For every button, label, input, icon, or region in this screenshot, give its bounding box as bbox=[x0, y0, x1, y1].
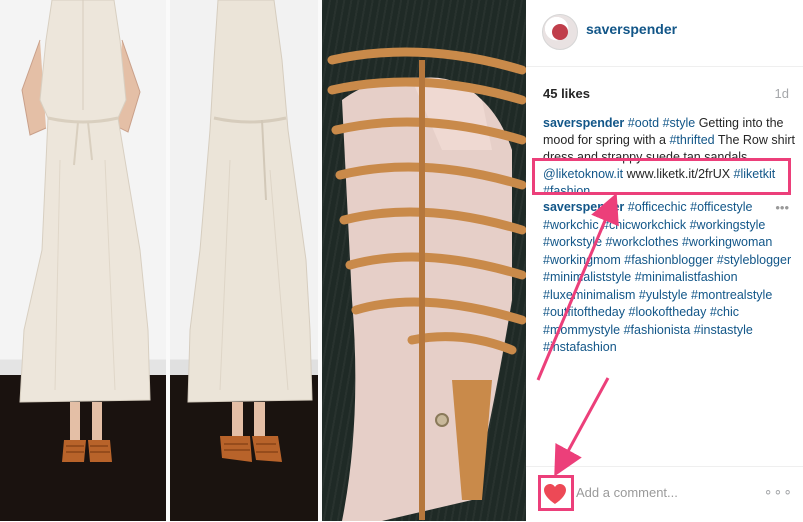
hashtag-link[interactable]: #chicworkchick bbox=[602, 218, 686, 232]
hashtag-link[interactable]: #chic bbox=[710, 305, 739, 319]
post-photo-collage[interactable] bbox=[0, 0, 526, 521]
hashtag-link[interactable]: #officestyle bbox=[690, 200, 752, 214]
username-link[interactable]: saverspender bbox=[543, 116, 624, 130]
more-icon[interactable]: ••• bbox=[775, 200, 789, 215]
hashtag-link[interactable]: #workclothes bbox=[606, 235, 679, 249]
hashtag-link[interactable]: #workingstyle bbox=[690, 218, 766, 232]
hashtag-link[interactable]: #officechic bbox=[628, 200, 687, 214]
hashtag-link[interactable]: #instastyle bbox=[694, 323, 753, 337]
photo-dress-front bbox=[0, 0, 166, 521]
username-link[interactable]: saverspender bbox=[543, 200, 624, 214]
hashtag-link[interactable]: #lookoftheday bbox=[629, 305, 707, 319]
avatar[interactable] bbox=[542, 14, 578, 50]
photo-sandals-closeup bbox=[322, 0, 526, 521]
hashtag-link[interactable]: #workingmom bbox=[543, 253, 621, 267]
hashtag-link[interactable]: #outfitoftheday bbox=[543, 305, 625, 319]
hashtag-link[interactable]: #montrealstyle bbox=[691, 288, 772, 302]
photo-dress-side bbox=[170, 0, 318, 521]
hashtag-link[interactable]: #minimalistfashion bbox=[635, 270, 738, 284]
hashtag-link[interactable]: #mommystyle bbox=[543, 323, 620, 337]
options-icon[interactable]: ∘∘∘ bbox=[764, 483, 793, 500]
hashtag-comment: saverspender #officechic #officestyle #w… bbox=[543, 199, 795, 357]
hashtag-link[interactable]: #instafashion bbox=[543, 340, 617, 354]
likes-count[interactable]: 45 likes bbox=[543, 86, 590, 101]
hashtag-link[interactable]: #style bbox=[663, 116, 696, 130]
hashtag-link[interactable]: #styleblogger bbox=[717, 253, 791, 267]
hashtag-link[interactable]: #fashionista bbox=[624, 323, 691, 337]
caption-highlight-box bbox=[532, 158, 791, 195]
post-sidebar: saverspender 45 likes 1d saverspender #o… bbox=[526, 0, 803, 521]
time-ago[interactable]: 1d bbox=[775, 86, 789, 101]
username-link[interactable]: saverspender bbox=[586, 21, 677, 37]
hashtag-link[interactable]: #workstyle bbox=[543, 235, 602, 249]
post-header: saverspender bbox=[526, 0, 803, 67]
heart-highlight-box bbox=[538, 475, 574, 511]
hashtag-link[interactable]: #luxeminimalism bbox=[543, 288, 635, 302]
hashtag-link[interactable]: #workchic bbox=[543, 218, 599, 232]
hashtag-link[interactable]: #ootd bbox=[628, 116, 659, 130]
add-comment-input[interactable]: Add a comment... bbox=[576, 485, 678, 500]
hashtag-link[interactable]: #yulstyle bbox=[639, 288, 688, 302]
hashtag-link[interactable]: #minimaliststyle bbox=[543, 270, 631, 284]
hashtag-link[interactable]: #thrifted bbox=[669, 133, 714, 147]
hashtag-link[interactable]: #workingwoman bbox=[682, 235, 772, 249]
avatar-logo-mark bbox=[552, 24, 568, 40]
hashtag-link[interactable]: #fashionblogger bbox=[624, 253, 713, 267]
